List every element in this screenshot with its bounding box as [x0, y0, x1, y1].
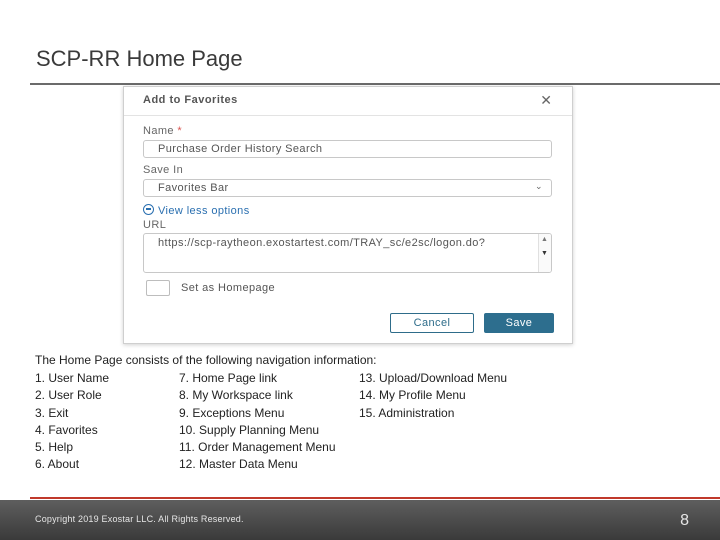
nav-item: 9. Exceptions Menu	[179, 406, 285, 420]
nav-item: 8. My Workspace link	[179, 388, 293, 402]
save-button[interactable]: Save	[484, 313, 554, 333]
scroll-down-icon[interactable]: ▼	[541, 250, 548, 257]
add-to-favorites-dialog: Add to Favorites ✕ Name * Purchase Order…	[123, 86, 573, 344]
nav-item: 5. Help	[35, 440, 74, 454]
save-in-select[interactable]: Favorites Bar ⌄	[143, 179, 552, 197]
copyright-text: Copyright 2019 Exostar LLC. All Rights R…	[35, 514, 244, 524]
nav-item: 15. Administration	[359, 406, 455, 420]
nav-item: 10. Supply Planning Menu	[179, 423, 320, 437]
minus-circle-icon	[143, 204, 154, 215]
view-less-options-label: View less options	[158, 205, 250, 217]
nav-item: 12. Master Data Menu	[179, 457, 298, 471]
page-number: 8	[680, 512, 689, 529]
nav-item: 3. Exit	[35, 406, 69, 420]
name-label: Name *	[143, 125, 182, 137]
name-field[interactable]: Purchase Order History Search	[143, 140, 552, 158]
navigation-intro: The Home Page consists of the following …	[35, 353, 377, 367]
nav-item: 6. About	[35, 457, 80, 471]
nav-item: 7. Home Page link	[179, 371, 278, 385]
nav-item: 1. User Name	[35, 371, 110, 385]
chevron-down-icon: ⌄	[535, 181, 543, 191]
nav-item: 2. User Role	[35, 388, 102, 402]
url-textarea[interactable]: https://scp-raytheon.exostartest.com/TRA…	[143, 233, 552, 273]
name-label-text: Name	[143, 125, 174, 137]
set-as-homepage-label: Set as Homepage	[181, 282, 276, 294]
url-scrollbar[interactable]: ▲ ▼	[538, 234, 551, 272]
url-value: https://scp-raytheon.exostartest.com/TRA…	[158, 237, 486, 249]
footer-divider	[30, 497, 720, 499]
name-field-value: Purchase Order History Search	[158, 143, 323, 155]
nav-item: 4. Favorites	[35, 423, 98, 437]
title-divider	[30, 83, 720, 85]
required-mark: *	[177, 125, 183, 137]
close-icon[interactable]: ✕	[540, 92, 552, 109]
save-in-value: Favorites Bar	[158, 182, 229, 194]
nav-item: 14. My Profile Menu	[359, 388, 466, 402]
cancel-button[interactable]: Cancel	[390, 313, 474, 333]
slide-title: SCP-RR Home Page	[36, 46, 243, 71]
dialog-header: Add to Favorites ✕	[124, 87, 572, 116]
set-as-homepage-checkbox[interactable]	[146, 280, 170, 296]
dialog-title: Add to Favorites	[143, 94, 238, 106]
view-less-options-toggle[interactable]: View less options	[143, 204, 250, 217]
nav-item: 11. Order Management Menu	[179, 440, 336, 454]
url-label: URL	[143, 219, 167, 231]
footer-bar: Copyright 2019 Exostar LLC. All Rights R…	[0, 500, 720, 540]
save-in-label: Save In	[143, 164, 184, 176]
nav-item: 13. Upload/Download Menu	[359, 371, 508, 385]
scroll-up-icon[interactable]: ▲	[541, 236, 548, 243]
